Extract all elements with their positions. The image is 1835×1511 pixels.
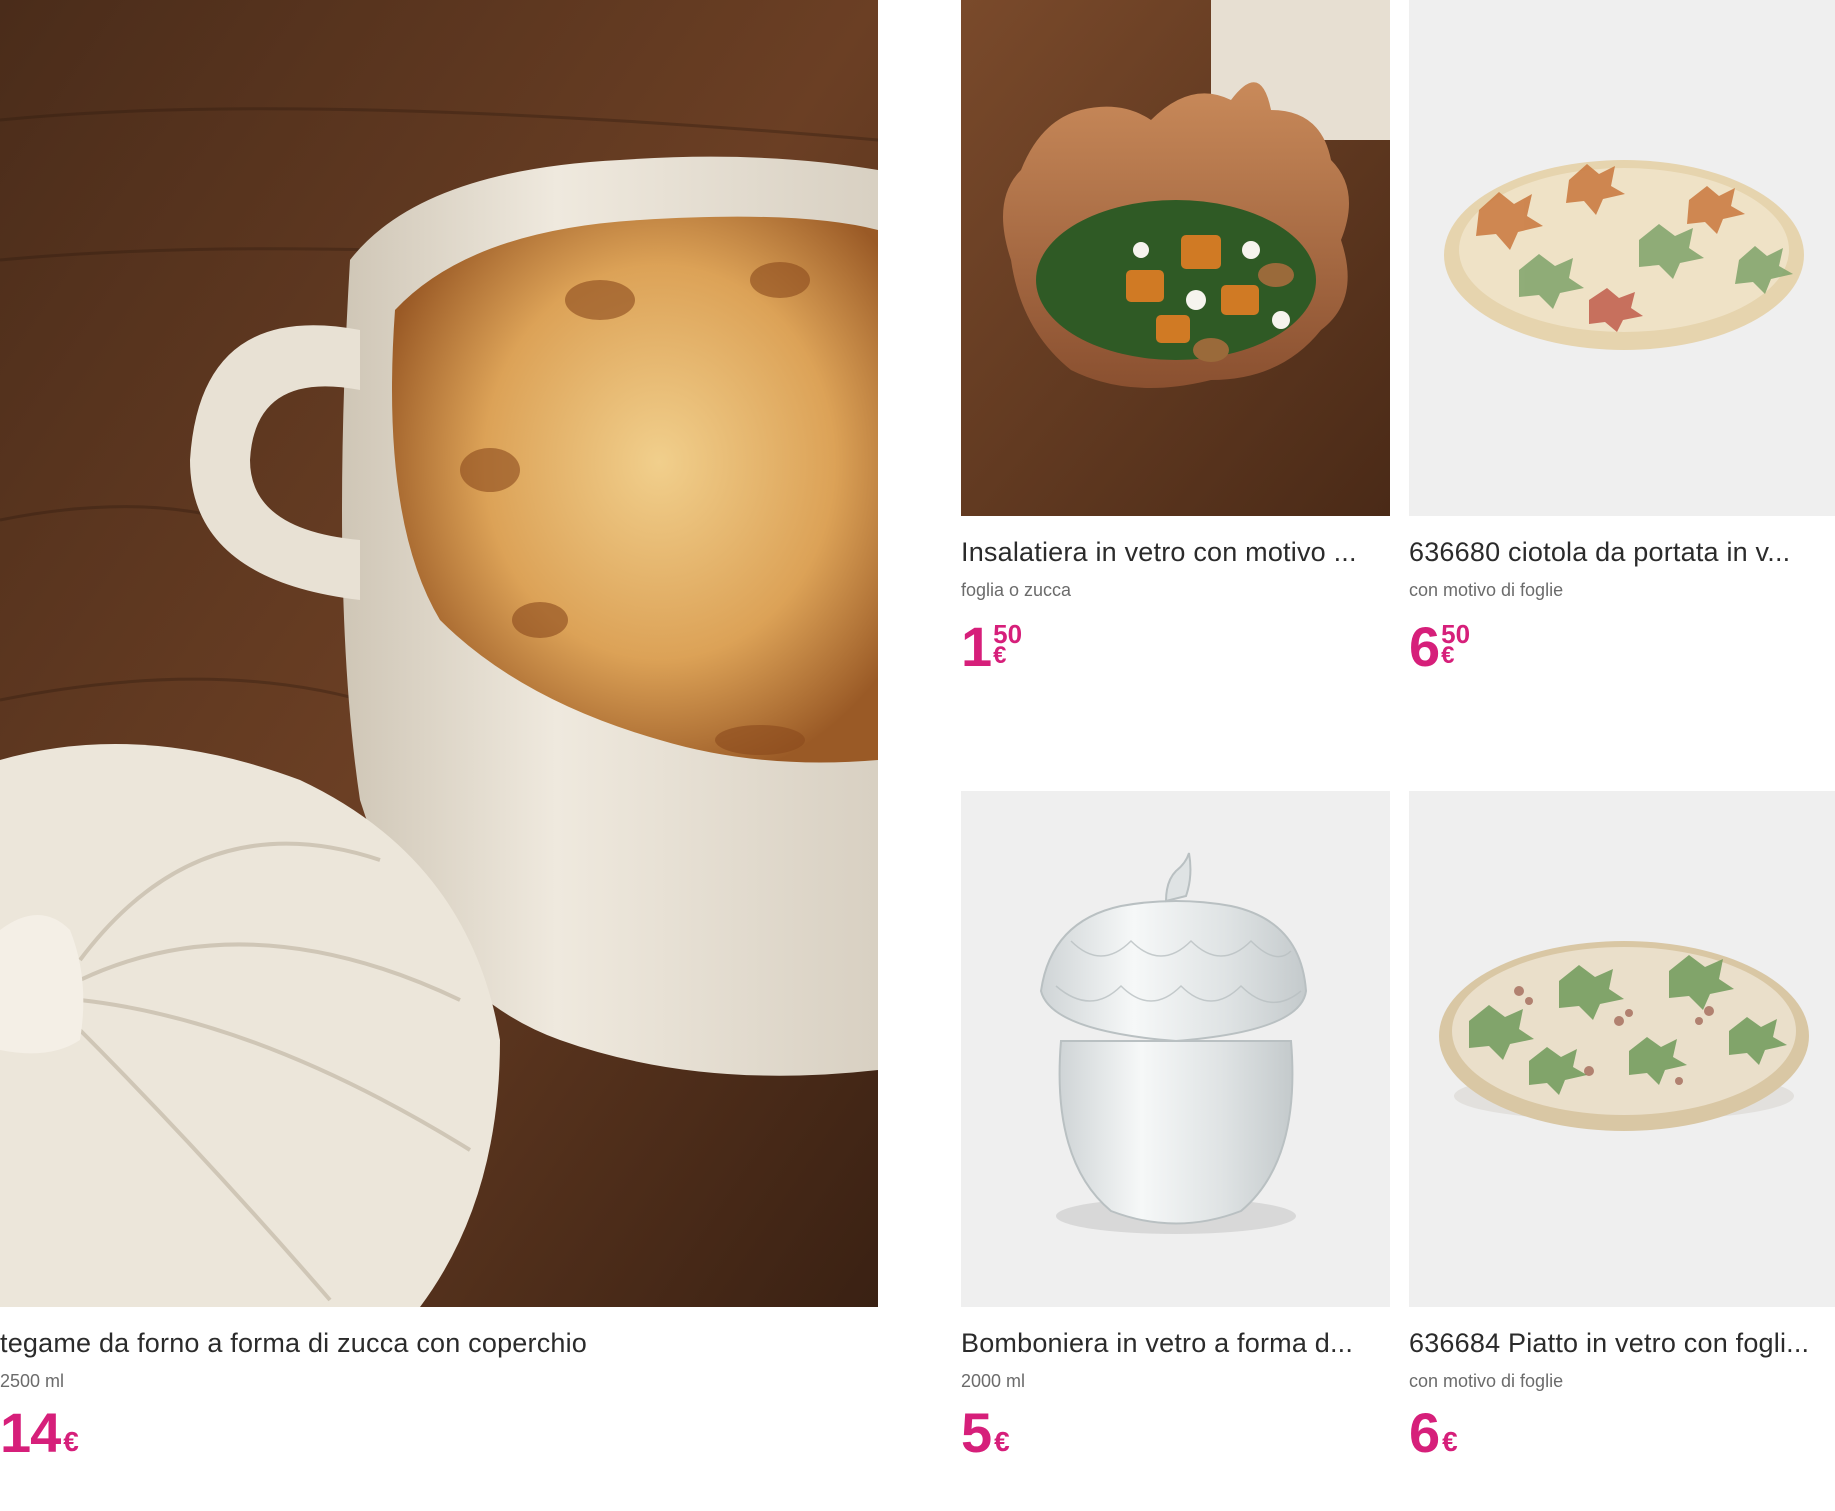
price-currency: € xyxy=(1441,642,1455,669)
price-currency: € xyxy=(63,1426,79,1457)
product-subtitle: foglia o zucca xyxy=(961,580,1072,600)
price-currency: € xyxy=(993,642,1007,669)
price-integer: 14 xyxy=(0,1401,61,1464)
product-image[interactable] xyxy=(961,791,1390,1307)
price-currency: € xyxy=(1442,1426,1458,1457)
product-price: 14 € xyxy=(0,1405,79,1461)
product-subtitle: con motivo di foglie xyxy=(1409,1371,1564,1391)
price-integer: 6 xyxy=(1409,1401,1440,1464)
product-price: 6 € xyxy=(1409,1405,1458,1461)
product-subtitle: 2500 ml xyxy=(0,1371,65,1391)
product-title[interactable]: tegame da forno a forma di zucca con cop… xyxy=(0,1328,878,1359)
product-subtitle: con motivo di foglie xyxy=(1409,580,1564,600)
price-currency: € xyxy=(994,1426,1010,1457)
product-card-serving-bowl[interactable]: 636680 ciotola da portata in v... con mo… xyxy=(1409,0,1835,720)
product-card-glass-plate[interactable]: 636684 Piatto in vetro con fogli... con … xyxy=(1409,791,1835,1511)
product-image[interactable] xyxy=(961,0,1390,516)
product-subtitle: 2000 ml xyxy=(961,1371,1026,1391)
product-card-pumpkin-dish[interactable]: tegame da forno a forma di zucca con cop… xyxy=(0,0,878,1461)
product-image[interactable] xyxy=(1409,0,1835,516)
product-price: 5 € xyxy=(961,1405,1010,1461)
price-integer: 5 xyxy=(961,1401,992,1464)
product-title[interactable]: Bomboniera in vetro a forma d... xyxy=(961,1328,1390,1359)
product-price: 6 50 € xyxy=(1409,619,1470,675)
product-title[interactable]: Insalatiera in vetro con motivo ... xyxy=(961,537,1390,568)
product-card-salad-bowl[interactable]: Insalatiera in vetro con motivo ... fogl… xyxy=(961,0,1390,720)
product-image[interactable] xyxy=(1409,791,1835,1307)
price-integer: 6 xyxy=(1409,615,1440,678)
price-integer: 1 xyxy=(961,615,992,678)
product-price: 1 50 € xyxy=(961,619,1022,675)
product-title[interactable]: 636684 Piatto in vetro con fogli... xyxy=(1409,1328,1835,1359)
product-title[interactable]: 636680 ciotola da portata in v... xyxy=(1409,537,1835,568)
product-image[interactable] xyxy=(0,0,878,1307)
product-card-glass-jar[interactable]: Bomboniera in vetro a forma d... 2000 ml… xyxy=(961,791,1390,1511)
